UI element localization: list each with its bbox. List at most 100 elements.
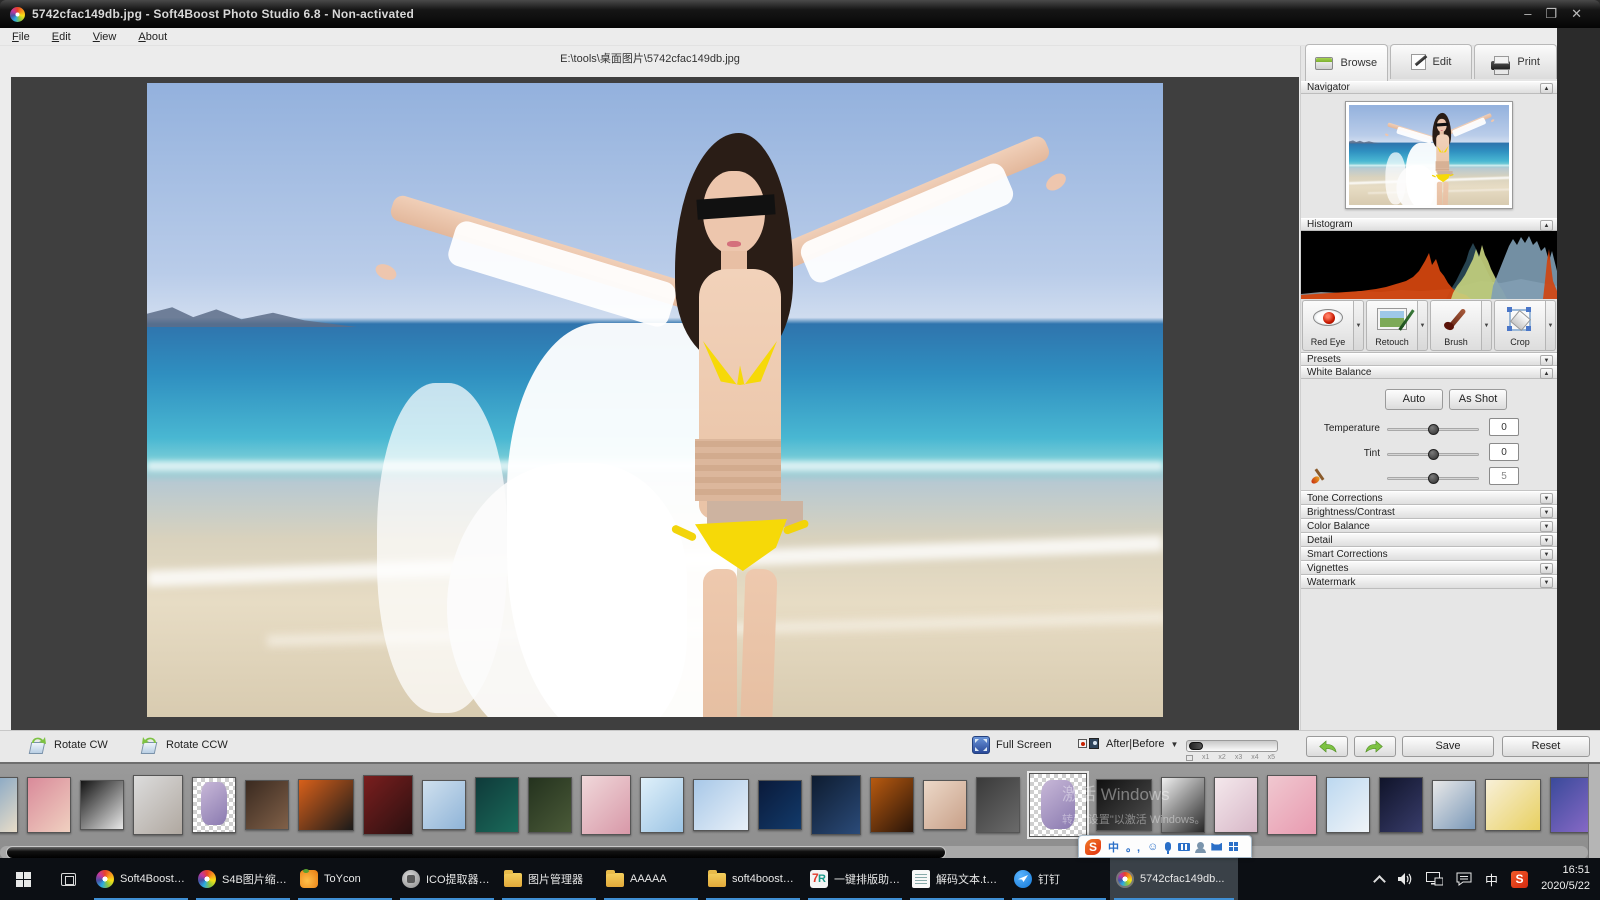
mic-icon[interactable]: [1165, 842, 1171, 851]
wb-strength-slider[interactable]: [1387, 477, 1479, 480]
redeye-button[interactable]: Red Eye: [1302, 300, 1354, 351]
skin-icon[interactable]: [1211, 843, 1222, 851]
collapse-arrow-icon[interactable]: ▲: [1540, 83, 1553, 94]
histogram-header[interactable]: Histogram ▲: [1301, 218, 1557, 231]
emoji-icon[interactable]: ☺: [1147, 841, 1158, 853]
filmstrip-thumb[interactable]: [0, 777, 18, 833]
expand-arrow-icon[interactable]: ▼: [1540, 535, 1553, 546]
menu-about[interactable]: About: [138, 31, 167, 43]
tab-print[interactable]: Print: [1474, 44, 1557, 79]
filmstrip-thumb[interactable]: [923, 780, 967, 830]
taskbar-item-dingtalk[interactable]: 钉钉: [1008, 858, 1110, 900]
notifications-icon[interactable]: [1456, 872, 1472, 886]
navigator-thumbnail[interactable]: [1345, 101, 1513, 209]
image-canvas[interactable]: [11, 77, 1299, 730]
menu-view[interactable]: View: [93, 31, 117, 43]
undo-button[interactable]: [1306, 736, 1348, 757]
crop-dropdown[interactable]: ▼: [1546, 300, 1556, 351]
section-brightness-contrast[interactable]: Brightness/Contrast▼: [1301, 505, 1557, 519]
filmstrip-thumb[interactable]: [1432, 780, 1476, 830]
filmstrip-thumb[interactable]: [80, 780, 124, 830]
sogou-logo-icon[interactable]: S: [1085, 839, 1101, 855]
clock[interactable]: 16:51 2020/5/22: [1541, 863, 1590, 895]
collapse-arrow-icon[interactable]: ▲: [1540, 220, 1553, 231]
filmstrip-thumb[interactable]: [528, 777, 572, 833]
zoom-mark-x1[interactable]: x1: [1202, 754, 1209, 761]
expand-arrow-icon[interactable]: ▼: [1540, 563, 1553, 574]
section-detail[interactable]: Detail▼: [1301, 533, 1557, 547]
filmstrip-thumb[interactable]: [1379, 777, 1423, 833]
filmstrip-thumb[interactable]: [1485, 779, 1541, 831]
rotate-ccw-button[interactable]: Rotate CCW: [166, 739, 228, 751]
brush-button[interactable]: Brush: [1430, 300, 1482, 351]
tab-edit[interactable]: Edit: [1390, 44, 1473, 79]
taskbar-item-notepad[interactable]: 解码文本.txt - ...: [906, 858, 1008, 900]
slider-thumb[interactable]: [1428, 449, 1439, 460]
wb-brush-icon[interactable]: [1309, 468, 1329, 486]
filmstrip-thumb[interactable]: [1214, 777, 1258, 833]
crop-button[interactable]: Crop: [1494, 300, 1546, 351]
task-view-button[interactable]: [46, 858, 90, 900]
person-icon[interactable]: [1197, 842, 1204, 849]
sogou-tray-icon[interactable]: S: [1511, 871, 1528, 888]
punctuation-icon[interactable]: 。,: [1126, 839, 1140, 855]
filmstrip-thumb[interactable]: [1326, 777, 1370, 833]
zoom-mark-x2[interactable]: x2: [1218, 754, 1225, 761]
taskbar-item-ico-extractor[interactable]: ICO提取器 V0.1: [396, 858, 498, 900]
section-smart-corrections[interactable]: Smart Corrections▼: [1301, 547, 1557, 561]
minimize-button[interactable]: –: [1524, 6, 1531, 22]
tab-browse[interactable]: Browse: [1305, 44, 1388, 81]
filmstrip-thumb[interactable]: [758, 780, 802, 830]
keyboard-icon[interactable]: [1178, 843, 1190, 851]
zoom-mark-x4[interactable]: x4: [1251, 754, 1258, 761]
taskbar-item-folder[interactable]: 图片管理器: [498, 858, 600, 900]
filmstrip-thumb[interactable]: [811, 775, 861, 835]
filmstrip-thumb[interactable]: [1267, 775, 1317, 835]
expand-arrow-icon[interactable]: ▼: [1540, 521, 1553, 532]
filmstrip-scroll-right[interactable]: [1588, 764, 1600, 858]
filmstrip-thumb[interactable]: [363, 775, 413, 835]
close-button[interactable]: ✕: [1571, 6, 1582, 22]
filmstrip-thumb[interactable]: [133, 775, 183, 835]
temperature-slider[interactable]: [1387, 428, 1479, 431]
wb-auto-button[interactable]: Auto: [1385, 389, 1443, 410]
retouch-button[interactable]: Retouch: [1366, 300, 1418, 351]
taskbar-item-folder[interactable]: AAAAA: [600, 858, 702, 900]
expand-arrow-icon[interactable]: ▼: [1540, 507, 1553, 518]
tint-value[interactable]: 0: [1489, 443, 1519, 461]
chevron-down-icon[interactable]: ▼: [1171, 740, 1179, 749]
scrollbar-thumb[interactable]: [6, 846, 946, 858]
filmstrip-thumb[interactable]: [976, 777, 1020, 833]
expand-arrow-icon[interactable]: ▼: [1540, 577, 1553, 588]
zoom-slider[interactable]: [1186, 740, 1278, 752]
filmstrip-thumb[interactable]: [192, 777, 236, 833]
white-balance-header[interactable]: White Balance ▲: [1301, 366, 1557, 379]
filmstrip-thumb[interactable]: [422, 780, 466, 830]
zoom-mark-x3[interactable]: x3: [1235, 754, 1242, 761]
taskbar-item-pinwheel[interactable]: Soft4Boost - sy...: [90, 858, 192, 900]
retouch-dropdown[interactable]: ▼: [1418, 300, 1428, 351]
expand-arrow-icon[interactable]: ▼: [1540, 493, 1553, 504]
after-before-button[interactable]: After|Before: [1106, 738, 1165, 750]
volume-icon[interactable]: [1397, 872, 1413, 886]
redo-button[interactable]: [1354, 736, 1396, 757]
filmstrip-thumb[interactable]: [298, 779, 354, 831]
section-color-balance[interactable]: Color Balance▼: [1301, 519, 1557, 533]
filmstrip-thumb[interactable]: [870, 777, 914, 833]
navigator-header[interactable]: Navigator ▲: [1301, 81, 1557, 94]
tray-expand-icon[interactable]: [1373, 875, 1386, 888]
menu-edit[interactable]: Edit: [52, 31, 71, 43]
filmstrip-thumb[interactable]: [581, 775, 631, 835]
expand-arrow-icon[interactable]: ▼: [1540, 355, 1553, 366]
wb-strength-value[interactable]: 5: [1489, 467, 1519, 485]
filmstrip-thumb[interactable]: [693, 779, 749, 831]
filmstrip-thumb[interactable]: [245, 780, 289, 830]
slider-thumb[interactable]: [1428, 424, 1439, 435]
taskbar-item-photo-studio[interactable]: 5742cfac149db...: [1110, 858, 1238, 900]
ime-chinese-icon[interactable]: 中: [1108, 839, 1119, 855]
collapse-arrow-icon[interactable]: ▲: [1540, 368, 1553, 379]
taskbar-item-folder[interactable]: soft4boostpho...: [702, 858, 804, 900]
tint-slider[interactable]: [1387, 453, 1479, 456]
filmstrip-thumb[interactable]: [27, 777, 71, 833]
toolbox-icon[interactable]: [1229, 842, 1238, 851]
